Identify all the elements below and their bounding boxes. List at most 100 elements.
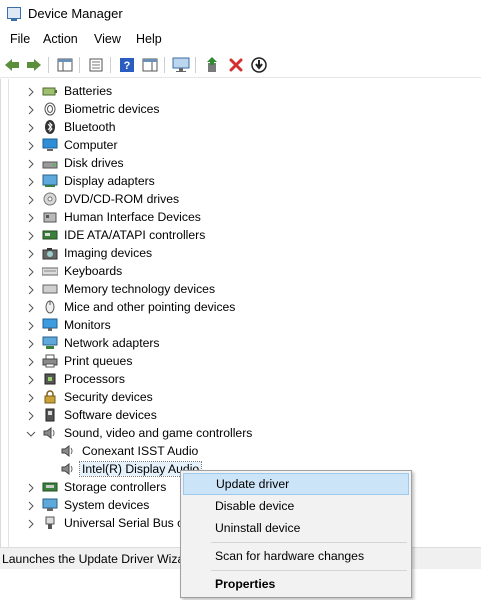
tree-item-batteries[interactable]: Batteries [26,82,114,100]
tree-item-monitors[interactable]: Monitors [26,316,113,334]
speaker-icon [60,462,76,476]
svg-text:?: ? [124,60,131,72]
device-manager-icon [7,7,21,21]
tree-item-bluetooth[interactable]: Bluetooth [26,118,118,136]
ctx-uninstall-device[interactable]: Uninstall device [183,517,409,539]
chevron-right-icon[interactable] [26,86,36,97]
chevron-right-icon[interactable] [26,230,36,241]
chevron-right-icon[interactable] [26,338,36,349]
uninstall-x-icon[interactable] [226,55,246,75]
chevron-right-icon[interactable] [26,104,36,115]
menu-help[interactable]: Help [134,32,164,46]
tree-item-dvd-cd-rom-drives[interactable]: DVD/CD-ROM drives [26,190,181,208]
mouse-icon [42,300,58,314]
disable-device-icon[interactable] [249,55,269,75]
tree-item-processors[interactable]: Processors [26,370,127,388]
chevron-right-icon[interactable] [26,302,36,313]
chevron-right-icon[interactable] [26,194,36,205]
chevron-right-icon[interactable] [26,500,36,511]
memory-icon [42,282,58,296]
properties-icon[interactable] [86,55,106,75]
speaker-icon [60,444,76,458]
storage-icon [42,480,58,494]
title-bar: Device Manager [0,0,481,30]
chevron-right-icon[interactable] [26,158,36,169]
software-device-icon [42,408,58,422]
security-icon [42,390,58,404]
forward-arrow-icon[interactable] [24,55,44,75]
chevron-down-icon[interactable] [26,428,36,438]
chevron-right-icon[interactable] [26,140,36,151]
battery-icon [42,84,58,98]
network-icon [42,336,58,350]
processor-icon [42,372,58,386]
fingerprint-icon [42,102,58,116]
monitor-icon[interactable] [171,55,191,75]
tree-item-sound-video-game-controllers[interactable]: Sound, video and game controllers [26,424,254,442]
ctx-disable-device[interactable]: Disable device [183,495,409,517]
system-device-icon [42,498,58,512]
menu-view[interactable]: View [92,32,123,46]
chevron-right-icon[interactable] [26,518,36,529]
tree-item-software-devices[interactable]: Software devices [26,406,159,424]
display-adapter-icon [42,174,58,188]
tree-item-print-queues[interactable]: Print queues [26,352,134,370]
chevron-right-icon[interactable] [26,374,36,385]
tree-item-ide-ata-atapi-controllers[interactable]: IDE ATA/ATAPI controllers [26,226,207,244]
bluetooth-icon [42,120,58,134]
tree-item-system-devices[interactable]: System devices [26,496,151,514]
chevron-right-icon[interactable] [26,392,36,403]
chevron-right-icon[interactable] [26,284,36,295]
monitor-icon [42,318,58,332]
usb-icon [42,516,58,530]
action-pane-icon[interactable] [140,55,160,75]
chevron-right-icon[interactable] [26,266,36,277]
context-menu: Update driver Disable device Uninstall d… [180,470,412,598]
chevron-right-icon[interactable] [26,356,36,367]
chevron-right-icon[interactable] [26,320,36,331]
ctx-update-driver[interactable]: Update driver [183,473,409,495]
chevron-right-icon[interactable] [26,176,36,187]
tree-item-memory-technology-devices[interactable]: Memory technology devices [26,280,217,298]
ide-controller-icon [42,228,58,242]
tree-item-mice-and-other-pointing-devices[interactable]: Mice and other pointing devices [26,298,237,316]
tree-item-storage-controllers[interactable]: Storage controllers [26,478,168,496]
back-arrow-icon[interactable] [2,55,22,75]
tree-item-human-interface-devices[interactable]: Human Interface Devices [26,208,203,226]
printer-icon [42,354,58,368]
ctx-scan-hardware-changes[interactable]: Scan for hardware changes [183,545,409,567]
toolbar: ? [0,52,481,78]
window-title: Device Manager [28,6,123,21]
ctx-separator [211,570,407,571]
chevron-right-icon[interactable] [26,410,36,421]
help-icon[interactable]: ? [117,55,137,75]
chevron-right-icon[interactable] [26,482,36,493]
ctx-separator [211,542,407,543]
tree-item-biometric-devices[interactable]: Biometric devices [26,100,162,118]
ctx-properties[interactable]: Properties [183,573,409,595]
chevron-right-icon[interactable] [26,212,36,223]
status-text: Launches the Update Driver Wizar [2,552,189,566]
hid-icon [42,210,58,224]
disk-drive-icon [42,156,58,170]
computer-icon [42,138,58,152]
tree-item-universal-serial-bus[interactable]: Universal Serial Bus co [26,514,192,532]
tree-item-computer[interactable]: Computer [26,136,120,154]
show-hide-console-tree-icon[interactable] [55,55,75,75]
tree-rail [8,79,9,547]
chevron-right-icon[interactable] [26,248,36,259]
tree-item-keyboards[interactable]: Keyboards [26,262,124,280]
menu-file[interactable]: File [8,32,32,46]
tree-item-display-adapters[interactable]: Display adapters [26,172,157,190]
tree-child-conexant-isst-audio[interactable]: Conexant ISST Audio [60,442,200,460]
tree-item-imaging-devices[interactable]: Imaging devices [26,244,154,262]
tree-item-network-adapters[interactable]: Network adapters [26,334,162,352]
keyboard-icon [41,264,59,278]
tree-item-security-devices[interactable]: Security devices [26,388,155,406]
menu-action[interactable]: Action [41,32,80,46]
menu-bar: File Action View Help [0,30,481,50]
speaker-icon [42,426,58,440]
chevron-right-icon[interactable] [26,122,36,133]
update-driver-icon[interactable] [203,55,223,75]
tree-item-disk-drives[interactable]: Disk drives [26,154,126,172]
